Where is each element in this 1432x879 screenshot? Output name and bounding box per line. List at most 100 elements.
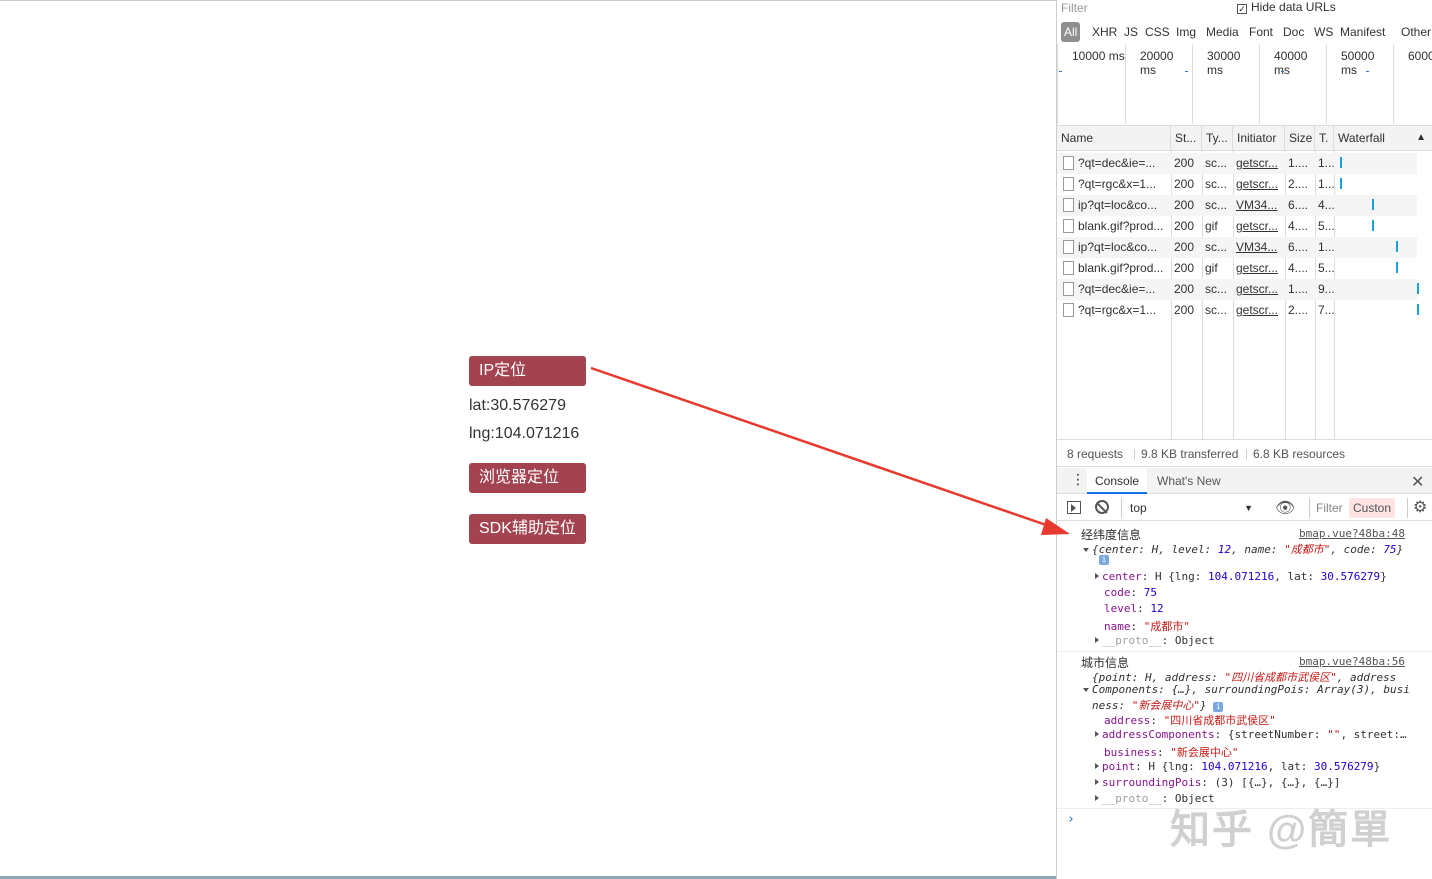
cell-type: sc... [1205,282,1228,296]
network-request-row[interactable]: blank.gif?prod... 200 gif getscr... 4.... 5..… [1057,216,1417,237]
type-filter-media[interactable]: Media [1203,22,1242,42]
column-header-name[interactable]: Name [1057,126,1171,151]
cell-initiator[interactable]: getscr... [1233,279,1285,300]
type-filter-js[interactable]: JS [1121,22,1141,42]
network-request-table: Name St... Ty... Initiator Size T. Water… [1057,126,1432,440]
network-request-row[interactable]: ?qt=dec&ie=... 200 sc... getscr... 1.... 1... [1057,153,1417,174]
timeline-tick-label: 6000 [1393,44,1432,124]
network-request-row[interactable]: ?qt=dec&ie=... 200 sc... getscr... 1.... 9... [1057,279,1419,300]
drawer-tab-bar: ⋮ Console What's New ✕ [1057,468,1432,494]
cell-initiator[interactable]: getscr... [1233,216,1285,237]
cell-name: ?qt=dec&ie=... [1078,282,1156,296]
cell-initiator[interactable]: getscr... [1233,153,1285,174]
type-filter-img[interactable]: Img [1173,22,1199,42]
type-filter-all[interactable]: All [1061,22,1081,42]
close-drawer-icon[interactable]: ✕ [1411,472,1424,492]
tab-console[interactable]: Console [1087,468,1148,494]
context-selector[interactable]: top ▼ [1121,498,1253,518]
cell-time: 7... [1318,303,1334,317]
waterfall-bar [1372,199,1374,210]
cell-name: blank.gif?prod... [1078,261,1164,275]
log-prop-center[interactable]: center: H {lng: 104.071216, lat: 30.5762… [1095,570,1387,583]
network-summary-bar: 8 requests | 9.8 KB transferred | 6.8 KB… [1057,441,1432,467]
file-icon [1063,219,1074,233]
network-request-row[interactable]: ip?qt=loc&co... 200 sc... VM34... 6.... 1... [1057,237,1417,258]
network-timeline-overview[interactable]: 10000 ms 20000 ms 30000 ms 40000 ms 5000… [1057,44,1432,126]
cell-initiator[interactable]: VM34... [1233,195,1285,216]
log-prop-code: code: 75 [1104,586,1157,599]
column-header-waterfall[interactable]: Waterfall ▲ [1334,126,1432,151]
waterfall-bar [1340,157,1342,168]
cell-initiator[interactable]: getscr... [1233,174,1285,195]
request-count: 8 requests [1067,447,1124,461]
column-header-status[interactable]: St... [1171,126,1202,151]
cell-size: 1.... [1288,156,1309,170]
network-request-row[interactable]: blank.gif?prod... 200 gif getscr... 4.... 5..… [1057,258,1417,279]
log-levels-dropdown[interactable]: Custon [1349,498,1396,518]
type-filter-xhr[interactable]: XHR [1089,22,1120,42]
sort-up-icon: ▲ [1416,132,1426,143]
type-filter-css[interactable]: CSS [1142,22,1173,42]
column-header-time[interactable]: T. [1315,126,1334,151]
cell-status: 200 [1174,303,1195,317]
eye-icon[interactable]: 👁 [1275,498,1295,518]
column-header-initiator[interactable]: Initiator [1233,126,1285,151]
latitude-text: lat:30.576279 [469,397,566,414]
cell-initiator[interactable]: getscr... [1233,300,1285,321]
cell-size: 4.... [1288,219,1309,233]
type-filter-doc[interactable]: Doc [1280,22,1307,42]
type-filter-other[interactable]: Other [1398,22,1432,42]
column-header-type[interactable]: Ty... [1202,126,1233,151]
cell-type: sc... [1205,303,1228,317]
network-filter-bar: Filter ✓ Hide data URLs [1057,0,1432,18]
log-prop-business: business: "新会展中心" [1104,746,1239,759]
cell-time: 5... [1318,261,1334,275]
cell-status: 200 [1174,282,1195,296]
longitude-text: lng:104.071216 [469,425,580,442]
drawer-menu-icon[interactable]: ⋮ [1071,471,1085,488]
zhihu-watermark: 知乎 @簡單 [1170,808,1393,852]
console-prompt-icon[interactable]: › [1067,812,1075,827]
cell-status: 200 [1174,219,1195,233]
type-filter-font[interactable]: Font [1246,22,1276,42]
type-filter-manifest[interactable]: Manifest [1337,22,1388,42]
column-header-size[interactable]: Size [1285,126,1315,151]
log-prop-proto[interactable]: __proto__: Object [1095,634,1215,647]
hide-data-urls-checkbox[interactable]: ✓ Hide data URLs [1237,0,1336,14]
network-request-row[interactable]: ip?qt=loc&co... 200 sc... VM34... 6.... 4... [1057,195,1417,216]
info-icon[interactable]: i [1099,555,1109,565]
sdk-locate-button[interactable]: SDK辅助定位 [469,514,586,544]
type-filter-ws[interactable]: WS [1311,22,1336,42]
log-prop-address: address: "四川省成都市武侯区" [1104,714,1276,727]
log-prop-address-components[interactable]: addressComponents: {streetNumber: "", st… [1095,728,1407,741]
network-request-row[interactable]: ?qt=rgc&x=1... 200 sc... getscr... 2.... 7... [1057,300,1419,321]
tab-whats-new[interactable]: What's New [1157,468,1221,494]
ip-locate-button[interactable]: IP定位 [469,356,586,386]
log-prop-surrounding-pois[interactable]: surroundingPois: (3) [{…}, {…}, {…}] [1095,776,1340,789]
timeline-tick-label: 10000 ms [1057,44,1125,124]
info-icon[interactable]: i [1213,702,1224,712]
sidebar-toggle-icon[interactable] [1067,501,1081,514]
expand-icon [1095,637,1099,643]
cell-time: 1... [1318,156,1334,170]
cell-initiator[interactable]: getscr... [1233,258,1285,279]
settings-gear-icon[interactable]: ⚙ [1413,497,1427,517]
browser-locate-button[interactable]: 浏览器定位 [469,463,586,493]
cell-type: sc... [1205,240,1228,254]
cell-type: sc... [1205,177,1228,191]
network-filter-input[interactable]: Filter [1061,1,1088,15]
cell-initiator[interactable]: VM34... [1233,237,1285,258]
clear-console-icon[interactable] [1095,500,1109,514]
network-request-row[interactable]: ?qt=rgc&x=1... 200 sc... getscr... 2.... 1... [1057,174,1417,195]
log-object-summary[interactable]: {center: H, level: 12, name: "成都市", code… [1083,541,1403,557]
log-source-link[interactable]: bmap.vue?48ba:56 [1299,655,1405,668]
log-source-link[interactable]: bmap.vue?48ba:48 [1299,527,1405,540]
log-prop-point[interactable]: point: H {lng: 104.071216, lat: 30.57627… [1095,760,1380,773]
expand-icon [1095,779,1099,785]
file-icon [1063,261,1074,275]
timeline-tick-label: 50000 ms [1326,44,1393,124]
console-filter-input[interactable]: Filter [1309,498,1349,518]
cell-name: ?qt=rgc&x=1... [1078,177,1157,191]
cell-type: sc... [1205,156,1228,170]
cell-time: 9... [1318,282,1334,296]
